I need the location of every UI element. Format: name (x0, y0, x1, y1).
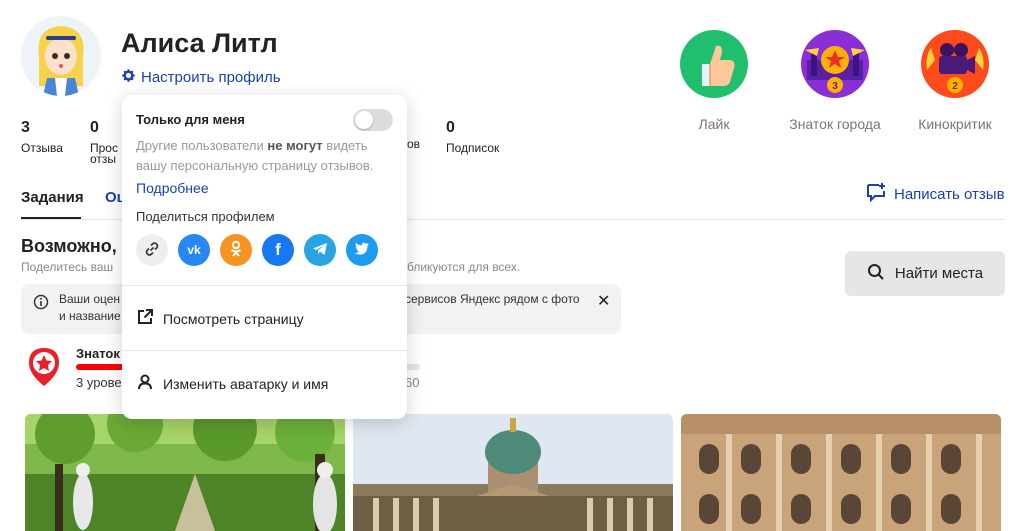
twitter-icon (354, 242, 370, 259)
privacy-desc-bold: не могут (267, 138, 323, 153)
share-vk-button[interactable]: vk (178, 234, 210, 266)
achievement-film-critic-label: Кинокритик (918, 116, 992, 132)
stat-subscriptions-value: 0 (446, 119, 455, 136)
find-places-button[interactable]: Найти места (845, 251, 1005, 296)
link-icon (144, 241, 160, 260)
more-info-link[interactable]: Подробнее (136, 180, 209, 196)
privacy-desc-a: Другие пользователи (136, 138, 264, 153)
external-link-icon (136, 308, 154, 329)
info-icon (33, 294, 49, 315)
place-photo-garden[interactable] (25, 414, 345, 531)
share-telegram-button[interactable] (304, 234, 336, 266)
stat-views-value: 0 (90, 119, 99, 136)
privacy-description-line2: вашу персональную страницу отзывов. (136, 158, 374, 173)
share-profile-label: Поделиться профилем (136, 209, 275, 224)
write-review-button[interactable]: Написать отзыв (865, 182, 1005, 206)
expert-badge-icon (25, 346, 63, 388)
achievement-film-critic[interactable]: 2 Кинокритик (905, 30, 1005, 132)
profile-name: Алиса Литл (121, 28, 278, 58)
stat-views-label-line2: отзы (90, 152, 117, 166)
stat-subscriptions-label: Подписок (446, 141, 500, 155)
profile-settings-popup: Только для меня Другие пользователи не м… (122, 95, 407, 419)
place-photo-cathedral[interactable] (353, 414, 673, 531)
film-critic-level: 2 (952, 81, 958, 92)
share-twitter-button[interactable] (346, 234, 378, 266)
edit-avatar-menu-item[interactable]: Изменить аватарку и имя (136, 373, 328, 394)
achievement-city-expert[interactable]: 3 Знаток города (785, 30, 885, 132)
facebook-icon: f (275, 240, 281, 259)
stat-subscriptions[interactable]: 0 Подписок (446, 119, 499, 155)
close-icon[interactable]: ✕ (597, 291, 610, 311)
possible-subtitle-end: бликуются для всех. (407, 260, 521, 274)
only-me-label: Только для меня (136, 112, 245, 127)
share-facebook-button[interactable]: f (262, 234, 294, 266)
search-icon (867, 263, 885, 285)
popup-divider-1 (122, 285, 407, 286)
thumbs-up-icon (680, 30, 748, 98)
edit-avatar-label: Изменить аватарку и имя (163, 375, 329, 392)
vk-icon: vk (187, 243, 201, 257)
city-star-icon: 3 (801, 30, 869, 98)
stat-reviews[interactable]: 3 Отзыва (21, 119, 63, 155)
odnoklassniki-icon (228, 240, 244, 261)
privacy-description-line1: Другие пользователи не могут видеть (136, 138, 368, 153)
stat-views[interactable]: 0 Прос (90, 119, 118, 155)
expert-level: 3 урове (76, 375, 122, 390)
settings-profile-link[interactable]: Настроить профиль (121, 68, 281, 87)
place-photo-palace[interactable] (681, 414, 1001, 531)
stat-reviews-label: Отзыва (21, 141, 63, 155)
possible-subtitle: Поделитесь ваш (21, 260, 114, 274)
view-page-label: Посмотреть страницу (163, 310, 304, 327)
expert-points: 60 (405, 375, 420, 390)
find-places-label: Найти места (894, 265, 984, 282)
achievement-city-expert-label: Знаток города (789, 116, 881, 132)
tab-tasks[interactable]: Задания (21, 189, 84, 206)
expert-title: Знаток (76, 346, 120, 361)
avatar[interactable] (21, 16, 101, 96)
view-page-menu-item[interactable]: Посмотреть страницу (136, 308, 304, 329)
achievement-like[interactable]: Лайк (664, 30, 764, 132)
privacy-desc-b: видеть (326, 138, 368, 153)
user-icon (136, 373, 154, 394)
only-me-toggle[interactable] (353, 109, 393, 131)
notice-text-line1: Ваши оцен (59, 292, 121, 306)
achievement-like-label: Лайк (698, 116, 730, 132)
stat-followers-label-partial: ов (407, 137, 421, 151)
film-camera-icon: 2 (921, 30, 989, 98)
write-review-label: Написать отзыв (894, 185, 1005, 203)
toggle-knob (355, 111, 373, 129)
notice-text-line1-end: сервисов Яндекс рядом с фото (405, 292, 580, 306)
write-review-icon (865, 182, 887, 206)
stat-reviews-value: 3 (21, 119, 30, 136)
city-expert-level: 3 (832, 81, 838, 92)
notice-text-line2: и название (59, 309, 121, 323)
telegram-icon (312, 242, 328, 259)
share-link-button[interactable] (136, 234, 168, 266)
share-ok-button[interactable] (220, 234, 252, 266)
gear-icon (121, 68, 136, 87)
popup-divider-2 (122, 350, 407, 351)
settings-profile-label: Настроить профиль (141, 69, 281, 86)
possible-title: Возможно, (21, 236, 117, 256)
